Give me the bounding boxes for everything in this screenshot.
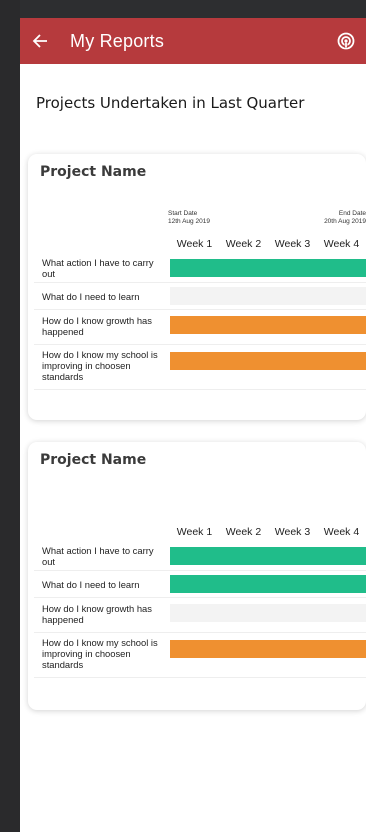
device-bezel bbox=[0, 0, 20, 832]
gantt-row: How do I know my school is improving in … bbox=[34, 345, 366, 390]
gantt-row: What do I need to learn bbox=[34, 571, 366, 598]
week-label: Week 3 bbox=[274, 238, 311, 250]
week-label: Week 4 bbox=[323, 238, 360, 250]
podcast-icon bbox=[337, 32, 355, 50]
progress-bar bbox=[170, 575, 366, 593]
week-label: Week 2 bbox=[225, 526, 262, 538]
row-label: How do I know growth has happened bbox=[42, 603, 152, 625]
back-button[interactable] bbox=[20, 18, 60, 64]
row-label: What action I have to carry out bbox=[42, 257, 154, 279]
week-label: Week 1 bbox=[176, 238, 213, 250]
progress-track bbox=[170, 352, 366, 370]
progress-track bbox=[170, 547, 366, 565]
progress-bar bbox=[170, 640, 366, 658]
row-label: What do I need to learn bbox=[42, 291, 140, 302]
progress-bar bbox=[170, 547, 366, 565]
row-label: How do I know growth has happened bbox=[42, 315, 152, 337]
end-date: End Date 20th Aug 2019 bbox=[324, 210, 366, 226]
app-screen: My Reports Projects Undertaken in Last Q… bbox=[20, 18, 366, 832]
end-date-value: 20th Aug 2019 bbox=[324, 218, 366, 225]
project-card[interactable]: Project Name Start Date 12th Aug 2019 En… bbox=[28, 154, 366, 420]
progress-track bbox=[170, 316, 366, 334]
podcast-button[interactable] bbox=[334, 29, 358, 53]
progress-bar bbox=[170, 352, 366, 370]
week-header: Week 1 Week 2 Week 3 Week 4 bbox=[170, 238, 366, 252]
date-range: Start Date 12th Aug 2019 End Date 20th A… bbox=[168, 210, 366, 232]
project-card[interactable]: Project Name Week 1 Week 2 Week 3 Week 4… bbox=[28, 442, 366, 710]
gantt-row: How do I know growth has happened bbox=[34, 310, 366, 345]
page-title: My Reports bbox=[70, 30, 165, 51]
week-label: Week 1 bbox=[176, 526, 213, 538]
row-label: What do I need to learn bbox=[42, 579, 140, 590]
row-label: How do I know my school is improving in … bbox=[42, 349, 158, 382]
app-bar: My Reports bbox=[20, 18, 366, 64]
progress-track bbox=[170, 259, 366, 277]
section-title: Projects Undertaken in Last Quarter bbox=[36, 94, 305, 112]
progress-track bbox=[170, 575, 366, 593]
project-name: Project Name bbox=[40, 164, 147, 180]
gantt-row: How do I know growth has happened bbox=[34, 598, 366, 633]
gantt-row: How do I know my school is improving in … bbox=[34, 633, 366, 678]
week-label: Week 2 bbox=[225, 238, 262, 250]
start-date-label: Start Date bbox=[168, 210, 198, 217]
progress-bar bbox=[170, 316, 366, 334]
end-date-label: End Date bbox=[338, 210, 366, 217]
progress-track bbox=[170, 287, 366, 305]
gantt-row: What do I need to learn bbox=[34, 283, 366, 310]
progress-track bbox=[170, 604, 366, 622]
arrow-left-icon bbox=[32, 34, 47, 48]
start-date-value: 12th Aug 2019 bbox=[168, 218, 210, 225]
progress-track bbox=[170, 640, 366, 658]
week-label: Week 4 bbox=[323, 526, 360, 538]
status-bar bbox=[20, 0, 366, 18]
row-label: What action I have to carry out bbox=[42, 545, 154, 567]
gantt-row: What action I have to carry out bbox=[34, 542, 366, 571]
project-name: Project Name bbox=[40, 452, 147, 468]
week-label: Week 3 bbox=[274, 526, 311, 538]
week-header: Week 1 Week 2 Week 3 Week 4 bbox=[170, 526, 366, 540]
row-label: How do I know my school is improving in … bbox=[42, 637, 158, 670]
start-date: Start Date 12th Aug 2019 bbox=[168, 210, 210, 226]
gantt-row: What action I have to carry out bbox=[34, 254, 366, 283]
progress-bar bbox=[170, 259, 366, 277]
